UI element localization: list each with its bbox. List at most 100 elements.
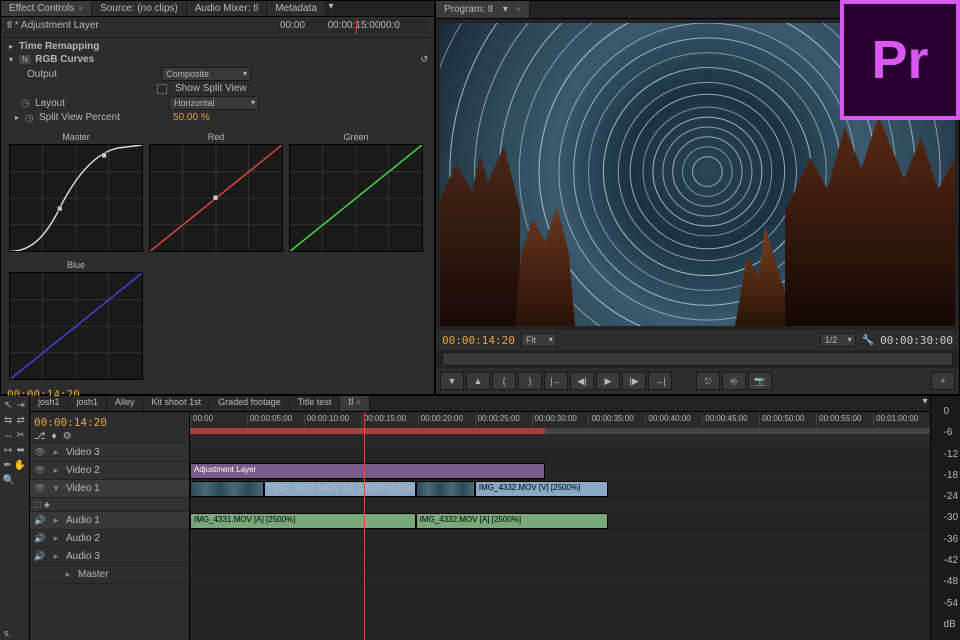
timeline-panel: josh1 josh1 Alley Kit shoot 1st Graded f… xyxy=(30,396,930,640)
program-scrubber[interactable] xyxy=(442,352,953,366)
timeline-timecode[interactable]: 00:00:14:20 xyxy=(34,416,185,429)
program-timecode[interactable]: 00:00:14:20 xyxy=(442,334,515,347)
tab-effect-controls[interactable]: Effect Controls× xyxy=(1,1,92,16)
panel-menu-icon[interactable]: ▾ xyxy=(326,1,336,16)
tab-source[interactable]: Source: (no clips) xyxy=(92,1,187,16)
track-header-v1-sub[interactable]: ⬚ ◈ xyxy=(30,498,189,512)
eye-icon[interactable]: 👁 xyxy=(34,483,46,495)
track-header-a1[interactable]: 🔊▸Audio 1 xyxy=(30,512,189,530)
status-text: s. xyxy=(4,628,11,638)
track-select-tool[interactable]: ⇥ xyxy=(16,399,27,411)
tracks-area[interactable]: Adjustment Layer IMG_4331.MOV [V] [2500%… xyxy=(190,444,930,640)
red-curve[interactable] xyxy=(149,144,283,252)
seq-tab[interactable]: josh1 xyxy=(30,396,69,411)
seq-tab[interactable]: Alley xyxy=(107,396,144,411)
wrench-icon[interactable]: 🔧 xyxy=(862,335,874,346)
overwrite-button[interactable]: } xyxy=(518,372,542,390)
seq-tab[interactable]: Kit shoot 1st xyxy=(144,396,211,411)
export-frame-button[interactable]: 📷 xyxy=(748,372,772,390)
green-curve[interactable] xyxy=(289,144,423,252)
seq-tab[interactable]: Title test xyxy=(290,396,341,411)
snap-icon[interactable]: ⎇ xyxy=(34,431,46,442)
seq-tab[interactable]: tl × xyxy=(340,396,369,411)
eye-icon[interactable]: 👁 xyxy=(34,447,46,459)
tree-silhouette xyxy=(440,146,520,326)
zoom-tool[interactable]: 🔍 xyxy=(3,474,15,486)
tab-audio-mixer[interactable]: Audio Mixer: tl xyxy=(187,1,267,16)
panel-menu-icon[interactable]: ▾ xyxy=(920,396,930,411)
layout-dropdown[interactable]: Horizontal xyxy=(169,96,259,110)
selection-tool[interactable]: ↖ xyxy=(3,399,14,411)
tab-program[interactable]: Program: tl▾× xyxy=(436,1,530,18)
master-curve[interactable] xyxy=(9,144,143,252)
lift-button[interactable]: ⎋ xyxy=(696,372,720,390)
rolling-tool[interactable]: ⇄ xyxy=(16,414,27,426)
ripple-tool[interactable]: ⇆ xyxy=(3,414,14,426)
clip-video[interactable] xyxy=(416,481,475,497)
clip-audio[interactable]: IMG_4331.MOV [A] [2500%] xyxy=(190,513,416,529)
button-editor[interactable]: + xyxy=(931,372,955,390)
fit-dropdown[interactable]: Fit xyxy=(521,333,557,347)
slip-tool[interactable]: ↦ xyxy=(3,444,14,456)
disclosure-icon[interactable]: ▸ xyxy=(7,42,15,51)
track-header-v1[interactable]: 👁▾Video 1 xyxy=(30,480,189,498)
marker-icon[interactable]: ♦ xyxy=(52,431,57,442)
extract-button[interactable]: ⎆ xyxy=(722,372,746,390)
speaker-icon[interactable]: 🔊 xyxy=(34,533,46,545)
eye-icon[interactable]: 👁 xyxy=(34,465,46,477)
close-icon[interactable]: × xyxy=(516,5,521,14)
tools-panel: ↖⇥ ⇆⇄ ↔✂ ↦⬌ ✒✋ 🔍 xyxy=(0,396,30,640)
tab-metadata[interactable]: Metadata xyxy=(267,1,326,16)
disclosure-icon[interactable]: ▾ xyxy=(7,55,15,64)
speaker-icon[interactable]: 🔊 xyxy=(34,551,46,563)
speaker-icon[interactable]: 🔊 xyxy=(34,515,46,527)
close-icon[interactable]: × xyxy=(78,4,83,13)
source-tab-bar: Effect Controls× Source: (no clips) Audi… xyxy=(1,1,434,17)
hand-tool[interactable]: ✋ xyxy=(14,459,26,471)
fx-badge[interactable]: fx xyxy=(19,55,31,64)
seq-tab[interactable]: josh1 xyxy=(69,396,108,411)
rate-stretch-tool[interactable]: ↔ xyxy=(3,429,14,441)
resolution-dropdown[interactable]: 1/2 xyxy=(820,333,856,347)
transport-controls: ▼ ▲ { } |← ◀| ▶ |▶ →| ⎋ ⎆ 📷 + xyxy=(436,368,959,394)
slide-tool[interactable]: ⬌ xyxy=(16,444,27,456)
clip-audio[interactable]: IMG_4332.MOV [A] [2500%] xyxy=(416,513,608,529)
close-icon[interactable]: × xyxy=(356,398,361,407)
go-to-out-button[interactable]: →| xyxy=(648,372,672,390)
clip-adjustment[interactable]: Adjustment Layer xyxy=(190,463,545,479)
work-area-bar[interactable] xyxy=(190,428,930,434)
play-button[interactable]: ▶ xyxy=(596,372,620,390)
track-header-master[interactable]: ▸Master xyxy=(30,566,189,584)
track-header-v2[interactable]: 👁▸Video 2 xyxy=(30,462,189,480)
timeline-playhead[interactable] xyxy=(364,412,365,444)
razor-tool[interactable]: ✂ xyxy=(16,429,27,441)
stopwatch-icon[interactable]: ◷ xyxy=(25,113,35,123)
mark-out-button[interactable]: ▲ xyxy=(466,372,490,390)
timeline-playhead[interactable] xyxy=(364,444,365,640)
clip-video[interactable]: IMG_4332.MOV [V] [2500%] xyxy=(475,481,608,497)
track-header-a2[interactable]: 🔊▸Audio 2 xyxy=(30,530,189,548)
track-header-v3[interactable]: 👁▸Video 3 xyxy=(30,444,189,462)
reset-icon[interactable]: ↺ xyxy=(420,54,428,65)
time-ruler[interactable]: 00:0000:00:05:0000:00:10:0000:00:15:0000… xyxy=(190,412,930,444)
sequence-tabs: josh1 josh1 Alley Kit shoot 1st Graded f… xyxy=(30,396,930,412)
go-to-in-button[interactable]: |← xyxy=(544,372,568,390)
playhead[interactable] xyxy=(356,20,357,34)
blue-curve[interactable] xyxy=(9,272,143,380)
show-split-checkbox[interactable] xyxy=(157,84,167,94)
clip-video[interactable] xyxy=(190,481,264,497)
step-back-button[interactable]: ◀| xyxy=(570,372,594,390)
disclosure-icon[interactable]: ▸ xyxy=(13,113,21,122)
stopwatch-icon[interactable]: ◷ xyxy=(21,98,31,108)
insert-button[interactable]: { xyxy=(492,372,516,390)
mark-in-button[interactable]: ▼ xyxy=(440,372,464,390)
pen-tool[interactable]: ✒ xyxy=(3,459,12,471)
step-forward-button[interactable]: |▶ xyxy=(622,372,646,390)
split-percent-value[interactable]: 50.00 % xyxy=(173,112,210,123)
track-header-a3[interactable]: 🔊▸Audio 3 xyxy=(30,548,189,566)
settings-icon[interactable]: ⚙ xyxy=(63,431,72,442)
seq-tab[interactable]: Graded footage xyxy=(210,396,290,411)
output-dropdown[interactable]: Composite xyxy=(161,67,251,81)
rgb-curves-editor: Master Red xyxy=(1,126,434,384)
clip-video[interactable]: IMG_4331.MOV [V] [2500%] Opacity:Opacity… xyxy=(264,481,416,497)
